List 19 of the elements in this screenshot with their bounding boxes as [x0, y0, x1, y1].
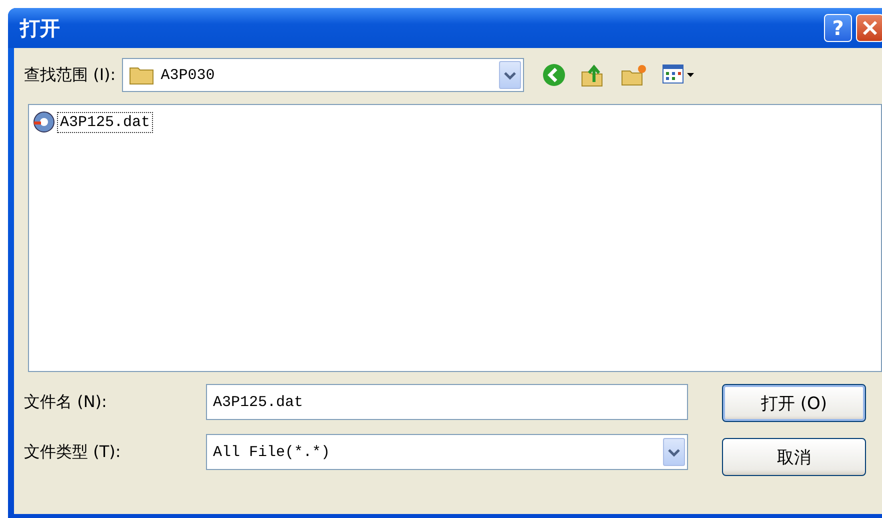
close-icon: [862, 20, 878, 36]
caret-icon: [668, 449, 680, 457]
cancel-button[interactable]: 取消: [722, 438, 866, 476]
open-button[interactable]: 打开 (O): [722, 384, 866, 422]
file-type-dropdown[interactable]: All File(*.*): [206, 434, 688, 470]
caret-icon: [504, 72, 516, 80]
close-button[interactable]: [856, 14, 882, 42]
look-in-dropdown[interactable]: A3P030: [122, 58, 524, 92]
back-icon[interactable]: [542, 63, 566, 87]
folder-icon: [128, 65, 155, 85]
window-title: 打开: [20, 14, 61, 42]
file-type-label: 文件类型 (T):: [24, 442, 122, 462]
disc-icon: [33, 111, 55, 133]
view-menu-icon[interactable]: [662, 64, 696, 86]
help-button[interactable]: ?: [824, 14, 852, 42]
file-name-label: 文件名 (N):: [24, 392, 108, 412]
file-name-field[interactable]: A3P125.dat: [206, 384, 688, 420]
look-in-label: 查找范围 (I):: [24, 64, 116, 86]
new-folder-icon[interactable]: [620, 63, 648, 87]
